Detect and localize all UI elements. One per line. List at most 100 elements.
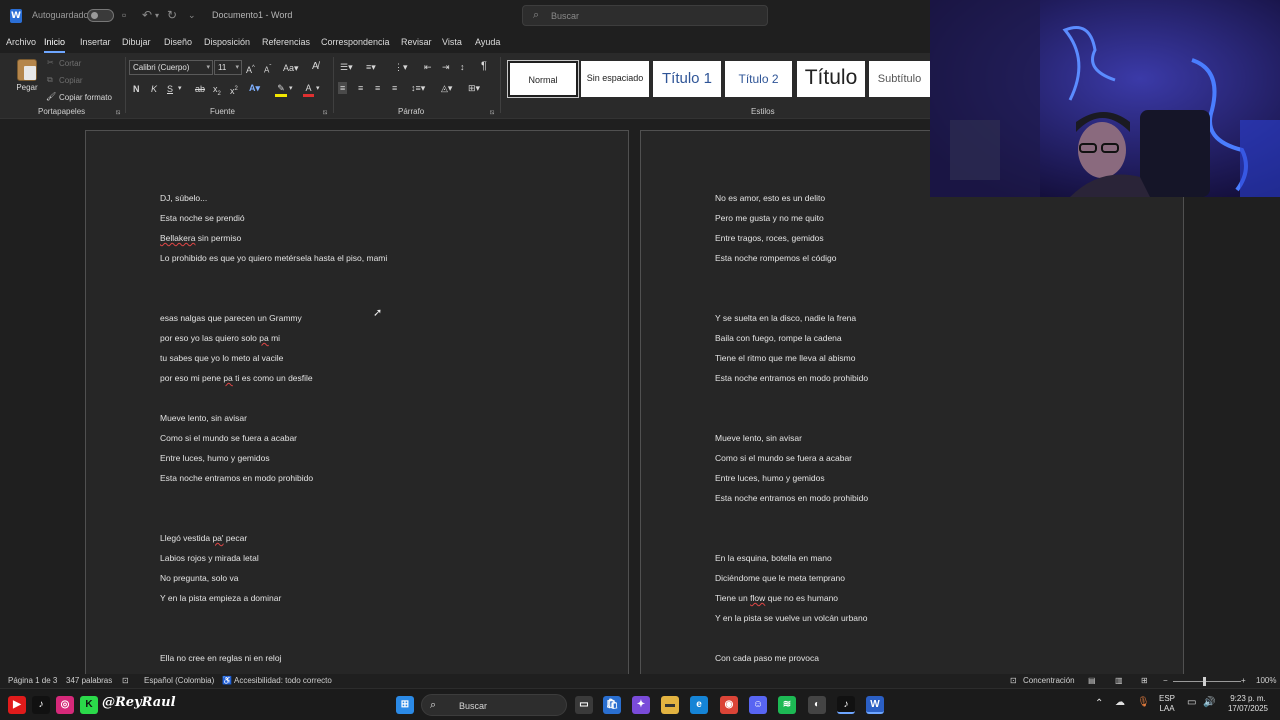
task-view-icon[interactable]: ▭ <box>575 696 593 714</box>
grow-font-icon[interactable]: A^ <box>246 62 255 76</box>
text-line[interactable]: Con cada paso me provoca <box>715 653 819 663</box>
language-switcher[interactable]: ESP LAA <box>1159 694 1175 714</box>
format-painter-button[interactable]: Copiar formato <box>59 93 112 102</box>
style-titulo[interactable]: Título <box>797 61 865 97</box>
style-normal[interactable]: Normal <box>507 60 579 98</box>
tab-archivo[interactable]: Archivo <box>6 37 36 47</box>
text-line[interactable]: No pregunta, solo va <box>160 573 238 583</box>
tab-inicio[interactable]: Inicio <box>44 37 66 53</box>
cut-icon[interactable]: ✂ <box>47 58 54 67</box>
line-spacing-icon[interactable]: ↕≡▾ <box>411 82 425 94</box>
misspelled-word[interactable]: flow <box>750 593 765 603</box>
proofing-icon[interactable]: ⊡ <box>122 676 129 685</box>
text-line[interactable]: Como si el mundo se fuera a acabar <box>160 433 297 443</box>
misspelled-word[interactable]: pa <box>223 373 232 383</box>
zoom-level[interactable]: 100% <box>1256 676 1276 685</box>
page-count[interactable]: Página 1 de 3 <box>8 676 57 685</box>
style-subtitulo[interactable]: Subtítulo <box>869 61 930 97</box>
tab-correspondencia[interactable]: Correspondencia <box>321 37 390 47</box>
document-canvas[interactable]: DJ, súbelo... Esta noche se prendió Bell… <box>0 119 1280 690</box>
text-line[interactable]: Esta noche se prendió <box>160 213 245 223</box>
text-line[interactable]: Pero me gusta y no me quito <box>715 213 824 223</box>
paste-button[interactable]: Pegar <box>13 57 41 97</box>
increase-indent-icon[interactable]: ⇥ <box>442 61 450 73</box>
focus-mode-button[interactable]: Concentración <box>1023 676 1075 685</box>
obs-icon[interactable]: ◐ <box>808 696 826 714</box>
page-1[interactable]: DJ, súbelo... Esta noche se prendió Bell… <box>85 130 629 690</box>
tab-referencias[interactable]: Referencias <box>262 37 310 47</box>
underline-dropdown-icon[interactable]: ▾ <box>178 83 182 95</box>
text-line[interactable]: Lo prohibido es que yo quiero metérsela … <box>160 253 387 263</box>
language-indicator[interactable]: Español (Colombia) <box>144 676 214 685</box>
tab-disposicion[interactable]: Disposición <box>204 37 250 47</box>
underline-icon[interactable]: S <box>167 83 173 95</box>
style-titulo-2[interactable]: Título 2 <box>725 61 792 97</box>
tab-vista[interactable]: Vista <box>442 37 462 47</box>
chrome-icon[interactable]: ◉ <box>720 696 738 714</box>
discord-icon[interactable]: ☺ <box>749 696 767 714</box>
text-effects-icon[interactable]: A▾ <box>249 82 260 94</box>
align-center-icon[interactable]: ≡ <box>358 82 363 94</box>
text-line[interactable]: Mueve lento, sin avisar <box>715 433 802 443</box>
text-line[interactable]: Entre tragos, roces, gemidos <box>715 233 824 243</box>
text-line[interactable]: Baila con fuego, rompe la cadena <box>715 333 842 343</box>
tab-ayuda[interactable]: Ayuda <box>475 37 500 47</box>
taskbar-search[interactable]: ⌕ Buscar <box>421 694 567 716</box>
cut-button[interactable]: Cortar <box>59 59 81 68</box>
text-line[interactable]: tu sabes que yo lo meto al vacile <box>160 353 283 363</box>
customize-toolbar-icon[interactable]: ⌄ <box>188 8 196 23</box>
copy-icon[interactable]: ⧉ <box>47 75 53 85</box>
shading-icon[interactable]: ◬▾ <box>441 82 452 94</box>
text-line[interactable]: Y en la pista se vuelve un volcán urbano <box>715 613 867 623</box>
read-mode-icon[interactable]: ▤ <box>1088 676 1096 685</box>
word-count[interactable]: 347 palabras <box>66 676 112 685</box>
show-marks-icon[interactable]: ¶ <box>481 60 487 72</box>
zoom-in-icon[interactable]: + <box>1241 676 1246 685</box>
redo-icon[interactable]: ↻ <box>167 8 177 23</box>
misspelled-word[interactable]: pa <box>259 333 268 343</box>
tiktok-live-icon[interactable]: ♪ <box>837 696 855 714</box>
text-line[interactable]: Esta noche entramos en modo prohibido <box>160 473 313 483</box>
clipboard-launcher-icon[interactable]: ⧅ <box>116 109 120 117</box>
decrease-indent-icon[interactable]: ⇤ <box>424 61 432 73</box>
text-line[interactable]: Entre luces, humo y gemidos <box>715 473 825 483</box>
format-painter-icon[interactable]: 🖌 <box>46 92 56 101</box>
text-line[interactable]: Mueve lento, sin avisar <box>160 413 247 423</box>
word-taskbar-icon[interactable]: W <box>866 696 884 714</box>
text-line[interactable]: Llegó vestida pa' pecar <box>160 533 247 543</box>
text-line[interactable]: Entre luces, humo y gemidos <box>160 453 270 463</box>
text-line[interactable]: Labios rojos y mirada letal <box>160 553 259 563</box>
volume-icon[interactable]: 🔊 <box>1203 698 1215 708</box>
zoom-out-icon[interactable]: − <box>1163 676 1168 685</box>
focus-icon[interactable]: ⊡ <box>1010 676 1017 685</box>
bold-icon[interactable]: N <box>133 83 140 95</box>
zoom-slider-thumb[interactable] <box>1203 677 1206 686</box>
spotify-icon[interactable]: ≋ <box>778 696 796 714</box>
change-case-icon[interactable]: Aa▾ <box>283 62 299 74</box>
borders-icon[interactable]: ⊞▾ <box>468 82 480 94</box>
bullets-icon[interactable]: ☰▾ <box>340 61 353 73</box>
undo-icon[interactable]: ↶ <box>142 8 152 23</box>
misspelled-word[interactable]: Bellakera <box>160 233 195 243</box>
text-line[interactable]: por eso yo las quiero solo pa mi <box>160 333 280 343</box>
text-line[interactable]: No es amor, esto es un delito <box>715 193 825 203</box>
print-layout-icon[interactable]: ▥ <box>1115 676 1123 685</box>
autosave-toggle[interactable] <box>87 9 114 22</box>
accessibility-status[interactable]: Accesibilidad: todo correcto <box>234 676 332 685</box>
highlight-icon[interactable]: ✎ <box>275 82 287 97</box>
tab-insertar[interactable]: Insertar <box>80 37 111 47</box>
text-line[interactable]: Esta noche entramos en modo prohibido <box>715 493 868 503</box>
file-explorer-icon[interactable]: ▬ <box>661 696 679 714</box>
page-2[interactable]: No es amor, esto es un delito Pero me gu… <box>640 130 1184 690</box>
save-icon[interactable]: ▫ <box>122 8 126 23</box>
sort-icon[interactable]: ↕ <box>460 61 465 73</box>
misspelled-word[interactable]: pa' <box>212 533 223 543</box>
tab-diseno[interactable]: Diseño <box>164 37 192 47</box>
justify-icon[interactable]: ≡ <box>392 82 397 94</box>
web-layout-icon[interactable]: ⊞ <box>1141 676 1148 685</box>
text-line[interactable]: Diciéndome que le meta temprano <box>715 573 845 583</box>
text-line[interactable]: esas nalgas que parecen un Grammy <box>160 313 302 323</box>
store-icon[interactable]: 🛍 <box>603 696 621 714</box>
search-box[interactable]: ⌕ Buscar <box>522 5 768 26</box>
font-color-icon[interactable]: A <box>303 82 314 97</box>
